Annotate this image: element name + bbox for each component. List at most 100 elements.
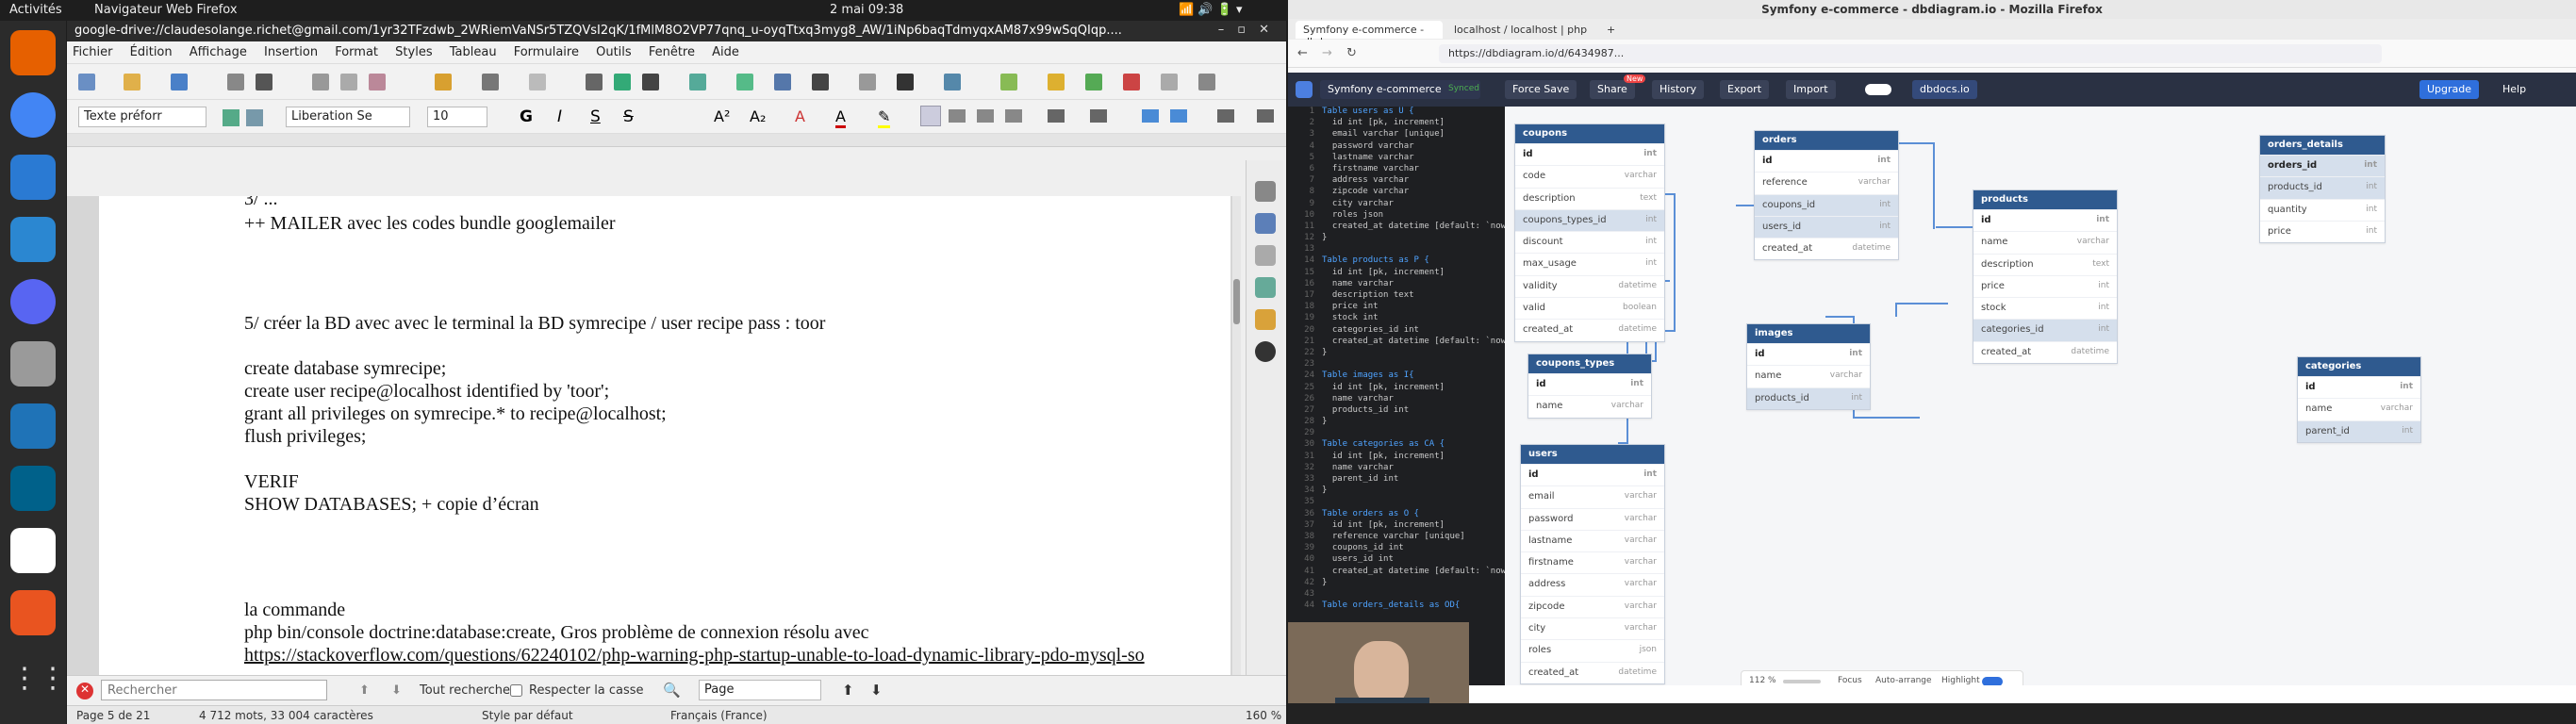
scope-next-icon[interactable]: ⬇ [870, 682, 883, 699]
import-button[interactable]: Import [1786, 80, 1836, 99]
line-spacing-icon[interactable] [1217, 109, 1234, 123]
font-name-select[interactable]: Liberation Se [286, 107, 410, 127]
menu-view[interactable]: Affichage [190, 45, 247, 59]
justify-icon[interactable] [1005, 109, 1022, 123]
mysql-workbench-icon[interactable] [10, 466, 56, 511]
focus-button[interactable]: Focus [1838, 676, 1862, 685]
code-line[interactable]: 8 zipcode varchar [1288, 187, 1505, 198]
zoom-level[interactable]: 160 % [1246, 709, 1281, 722]
code-line[interactable]: 10 roles json [1288, 210, 1505, 222]
document-area[interactable]: 3/ ... ++ MAILER avec les codes bundle g… [67, 196, 1241, 675]
code-line[interactable]: 3 email varchar [unique] [1288, 129, 1505, 140]
table-field[interactable]: name varchar [2298, 398, 2420, 420]
table-field[interactable]: users_id int [1755, 215, 1898, 239]
code-line[interactable]: 42} [1288, 578, 1505, 589]
code-line[interactable]: 41 created_at datetime [default: `now [1288, 567, 1505, 578]
new-tab-icon[interactable]: + [1599, 21, 1622, 39]
properties-icon[interactable] [1255, 181, 1276, 202]
italic-icon[interactable]: I [557, 107, 562, 126]
code-line[interactable]: 22} [1288, 348, 1505, 359]
menu-edit[interactable]: Édition [130, 45, 173, 59]
table-field[interactable]: code varchar [1515, 165, 1664, 187]
show-apps-icon[interactable]: ⋮⋮ [10, 662, 67, 707]
table-field[interactable]: id int [1521, 464, 1664, 485]
zoom-level[interactable]: 112 % [1749, 676, 1776, 685]
menu-window[interactable]: Fenêtre [649, 45, 695, 59]
table-header[interactable]: images [1747, 324, 1870, 343]
table-users[interactable]: users id int email varchar password varchar las… [1520, 444, 1665, 684]
align-left-icon[interactable] [920, 106, 941, 126]
activities-button[interactable]: Activités [9, 3, 62, 17]
code-line[interactable]: 44 Table orders_details as OD{ [1288, 601, 1505, 612]
code-line[interactable]: 13 [1288, 244, 1505, 255]
copy-icon[interactable] [340, 74, 357, 90]
search-scope-select[interactable]: Page [699, 680, 821, 700]
slack-icon[interactable] [10, 528, 56, 573]
insert-chart-icon[interactable] [774, 74, 791, 90]
align-right-icon[interactable] [977, 109, 994, 123]
code-line[interactable]: 40 users_id int [1288, 554, 1505, 566]
menu-form[interactable]: Formulaire [514, 45, 579, 59]
word-count[interactable]: 4 712 mots, 33 004 caractères [199, 709, 373, 722]
insert-field-icon[interactable] [859, 74, 876, 90]
find-input[interactable] [101, 680, 327, 700]
table-header[interactable]: coupons_types [1528, 354, 1651, 373]
language[interactable]: Français (France) [670, 709, 768, 722]
table-field[interactable]: parent_id int [2298, 420, 2420, 442]
table-field[interactable]: id int [1515, 143, 1664, 165]
code-line[interactable]: 9 city varchar [1288, 199, 1505, 210]
menu-format[interactable]: Format [335, 45, 378, 59]
find-all-button[interactable]: Tout rechercher [420, 683, 515, 698]
export-button[interactable]: Export [1720, 80, 1770, 99]
code-line[interactable]: 11 created_at datetime [default: `now [1288, 222, 1505, 233]
code-line[interactable]: 35 [1288, 497, 1505, 508]
forward-icon[interactable]: → [1322, 46, 1332, 60]
print-icon[interactable] [256, 74, 272, 90]
table-coupons-types[interactable]: coupons_types id int name varchar [1527, 354, 1652, 419]
find-next-icon[interactable]: ⬇ [391, 683, 402, 698]
theme-toggle[interactable] [1865, 84, 1891, 95]
hyperlink-icon[interactable] [944, 74, 961, 90]
clear-format-icon[interactable]: A [795, 107, 805, 125]
strikethrough-icon[interactable]: S [623, 107, 634, 126]
code-line[interactable]: 17 description text [1288, 290, 1505, 302]
table-field[interactable]: stock int [1973, 297, 2117, 319]
vscode-icon[interactable] [10, 217, 56, 262]
doc-link[interactable]: https://stackoverflow.com/questions/6224… [244, 645, 1145, 666]
cut-icon[interactable] [312, 74, 329, 90]
table-field[interactable]: description text [1973, 253, 2117, 275]
page-style[interactable]: Style par défaut [482, 709, 573, 722]
code-line[interactable]: 37 id int [pk, increment] [1288, 520, 1505, 532]
discord-icon[interactable] [10, 279, 56, 324]
horizontal-ruler[interactable] [67, 134, 1286, 147]
superscript-icon[interactable]: A² [714, 107, 730, 125]
scrollbar-thumb[interactable] [1233, 279, 1240, 324]
table-field[interactable]: coupons_types_id int [1515, 208, 1664, 232]
table-field[interactable]: id int [1973, 209, 2117, 231]
clock[interactable]: 2 mai 09:38 [830, 3, 903, 17]
table-field[interactable]: name varchar [1747, 365, 1870, 387]
table-field[interactable]: validity datetime [1515, 274, 1664, 297]
page-count[interactable]: Page 5 de 21 [76, 709, 150, 722]
software-center-icon[interactable] [10, 590, 56, 635]
dbdiagram-logo[interactable] [1296, 81, 1313, 98]
gallery-icon[interactable] [1255, 277, 1276, 298]
table-header[interactable]: products [1973, 190, 2117, 209]
draw-line-icon[interactable] [1123, 74, 1140, 90]
font-color-icon[interactable]: A [835, 107, 846, 128]
code-line[interactable]: 1 Table users as U { [1288, 107, 1505, 118]
bold-icon[interactable]: G [520, 107, 533, 126]
styles-icon[interactable] [1255, 245, 1276, 266]
table-field[interactable]: id int [1747, 343, 1870, 365]
align-center-icon[interactable] [949, 109, 966, 123]
code-line[interactable]: 36 Table orders as O { [1288, 509, 1505, 520]
insert-image-icon[interactable] [736, 74, 753, 90]
table-field[interactable]: valid boolean [1515, 297, 1664, 319]
table-field[interactable]: products_id int [2260, 176, 2385, 199]
table-field[interactable]: orders_id int [2260, 155, 2385, 177]
indent-icon[interactable] [1257, 109, 1274, 123]
match-case-checkbox[interactable] [510, 684, 522, 697]
menu-help[interactable]: Aide [712, 45, 739, 59]
code-line[interactable]: 28} [1288, 417, 1505, 428]
table-field[interactable]: price int [1973, 274, 2117, 297]
